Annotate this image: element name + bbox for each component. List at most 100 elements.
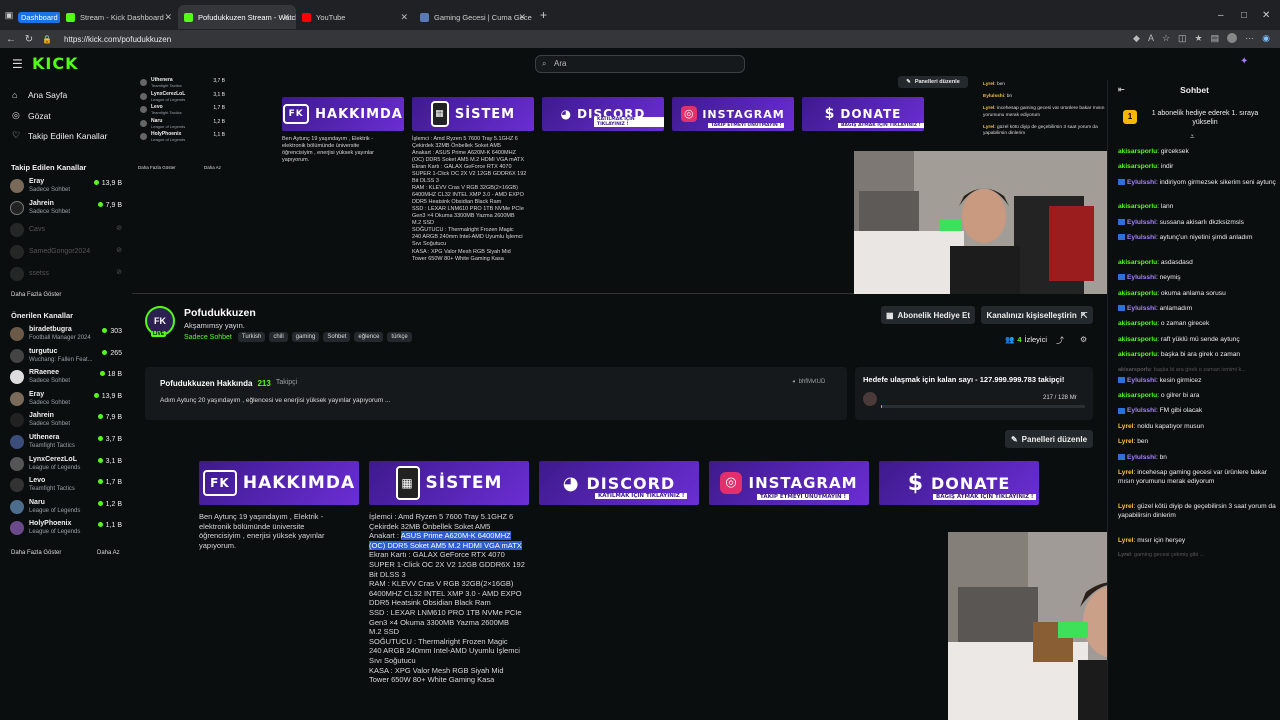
gift-subscription-button[interactable]: ▦ Abonelik Hediye Et xyxy=(881,306,975,324)
chat-username[interactable]: akisarsporlu xyxy=(1118,203,1157,210)
followed-channel-cavs[interactable]: Cavs ⊘ xyxy=(10,221,122,241)
chat-username[interactable]: Eylulsshi xyxy=(1127,274,1156,281)
recommended-channel[interactable]: turgutuc Wuchang: Fallen Feat... 265 xyxy=(10,347,122,367)
recommended-channel[interactable]: Uthenera Teamfight Tactics 3,7 B xyxy=(10,433,122,453)
panel-sistem[interactable]: ▦ SİSTEM xyxy=(369,461,529,505)
collections-icon[interactable]: ▤ xyxy=(1211,33,1220,44)
chat-message[interactable]: Lyrel: gaming gecesi çekmiş gibi ... xyxy=(1118,552,1278,559)
tab-pofudukkuzen[interactable]: Pofudukkuzen Stream - Watch Li... ✕ xyxy=(178,5,296,29)
followed-channel-ssetss[interactable]: ssetss ⊘ xyxy=(10,265,122,285)
split-screen-icon[interactable]: ◫ xyxy=(1178,33,1187,44)
url-field[interactable]: https://kick.com/pofudukkuzen xyxy=(64,35,171,44)
chat-message[interactable]: akisarsporlu: okuma anlama sorusu xyxy=(1118,290,1278,299)
chat-username[interactable]: akisarsporlu xyxy=(1118,320,1157,327)
tab-dashboard[interactable]: Dashboard xyxy=(18,5,60,29)
chat-username[interactable]: akisarsporlu xyxy=(1118,290,1157,297)
tag[interactable]: türkçe xyxy=(387,332,412,342)
tab-kick-dashboard[interactable]: Stream - Kick Dashboard ✕ xyxy=(60,5,178,29)
maximize-icon[interactable]: □ xyxy=(1241,10,1247,21)
chat-username[interactable]: akisarsporlu xyxy=(1118,367,1151,373)
recommended-channel[interactable]: LynxCerezLoL League of Legends 3,1 B xyxy=(10,455,122,475)
panel-discord[interactable]: ◕ DISCORD KATILMAK İÇİN TIKLAYINIZ ! xyxy=(539,461,699,505)
copilot-icon[interactable]: ◉ xyxy=(1262,33,1270,44)
panel-donate[interactable]: $ DONATE BAĞIŞ ATMAK İÇİN TIKLAYINIZ ! xyxy=(879,461,1039,505)
close-tab-icon[interactable]: ✕ xyxy=(518,12,526,23)
more-options-icon[interactable]: ⋯ xyxy=(1245,33,1254,44)
channel-name[interactable]: Pofudukkuzen xyxy=(184,307,256,319)
chat-username[interactable]: Lyrel xyxy=(1118,469,1134,476)
chat-username[interactable]: akisarsporlu xyxy=(1118,259,1157,266)
chat-message[interactable]: Lyrel: mısır için herşey xyxy=(1118,537,1278,546)
tab-youtube[interactable]: YouTube ✕ xyxy=(296,5,414,29)
edit-panels-button[interactable]: ✎ Panelleri düzenle xyxy=(1005,430,1093,448)
chat-username[interactable]: Eylulsshi xyxy=(1127,305,1156,312)
followed-channel-jahrein[interactable]: Jahrein Sadece Sohbet 7,9 B xyxy=(10,199,122,219)
chat-message[interactable]: akisarsporlu: lann xyxy=(1118,203,1278,212)
chat-username[interactable]: Lyrel xyxy=(1118,552,1131,558)
minimize-icon[interactable]: – xyxy=(1218,10,1224,21)
chat-message[interactable]: Eylulsshi: bn xyxy=(1118,454,1278,463)
chat-message[interactable]: Eylulsshi: anlamadım xyxy=(1118,305,1278,314)
chat-username[interactable]: akisarsporlu xyxy=(1118,392,1157,399)
chat-username[interactable]: Eylulsshi xyxy=(1127,377,1156,384)
read-aloud-icon[interactable]: A xyxy=(1148,33,1154,44)
chat-username[interactable]: akisarsporlu xyxy=(1118,336,1157,343)
chat-username[interactable]: akisarsporlu xyxy=(1118,163,1157,170)
stream-player[interactable]: Uthenera Teamfight Tactics 3,7 B LynxCerezL… xyxy=(132,76,1107,294)
chat-username[interactable]: Lyrel xyxy=(1118,537,1134,544)
chat-message[interactable]: akisarsporlu: o gilrer bi ara xyxy=(1118,392,1278,401)
pinned-gift-banner[interactable]: 1 1 abonelik hediye ederek 1. sıraya yük… xyxy=(1118,106,1273,136)
chat-username[interactable]: akisarsporlu xyxy=(1118,148,1157,155)
favorite-star-icon[interactable]: ☆ xyxy=(1162,33,1170,44)
chat-message[interactable]: Eylulsshi: aytunç'un niyetini şimdi anla… xyxy=(1118,234,1278,243)
recommended-channel[interactable]: RRaenee Sadece Sohbet 18 B xyxy=(10,368,122,388)
recommended-channel[interactable]: Jahrein Sadece Sohbet 7,9 B xyxy=(10,411,122,431)
menu-icon[interactable]: ☰ xyxy=(12,57,23,71)
close-tab-icon[interactable]: ✕ xyxy=(400,12,408,23)
favorites-icon[interactable]: ★ xyxy=(1195,33,1203,44)
chat-username[interactable]: akisarsporlu xyxy=(1118,351,1157,358)
chat-username[interactable]: Eylulsshi xyxy=(1127,234,1156,241)
recommended-channel[interactable]: biradetbugra Football Manager 2024 303 xyxy=(10,325,122,345)
tab-actions-icon[interactable]: ▣ xyxy=(0,10,18,21)
close-tab-icon[interactable]: ✕ xyxy=(282,12,290,23)
chat-username[interactable]: Eylulsshi xyxy=(1127,454,1156,461)
chat-message[interactable]: akisarsporlu: girceksek xyxy=(1118,148,1278,157)
tag[interactable]: chill xyxy=(269,332,288,342)
show-more-link[interactable]: Daha Fazla Göster xyxy=(11,292,61,298)
close-window-icon[interactable]: ✕ xyxy=(1262,10,1270,21)
chat-message[interactable]: akisarsporlu: indir xyxy=(1118,163,1278,172)
chat-message[interactable]: Eylulsshi: neymiş xyxy=(1118,274,1278,283)
panel-hakkimda[interactable]: FK HAKKIMDA xyxy=(199,461,359,505)
customize-channel-button[interactable]: Kanalınızı kişiselleştirin ⇱ xyxy=(981,306,1093,324)
back-icon[interactable]: ← xyxy=(4,34,18,45)
sidebar-item-home[interactable]: ⌂ Ana Sayfa xyxy=(12,90,67,100)
expand-icon[interactable]: ⩡ xyxy=(1190,132,1195,142)
chat-message[interactable]: akisarsporlu: raft yüklü mü sende aytunç xyxy=(1118,336,1278,345)
show-less-link[interactable]: Daha Az xyxy=(97,550,120,556)
user-avatar-icon[interactable]: ✦ xyxy=(1240,56,1256,72)
search-input[interactable]: ⌕ Ara xyxy=(535,55,745,73)
chat-message[interactable]: Eylulsshi: kesin girmicez xyxy=(1118,377,1278,386)
tag[interactable]: gaming xyxy=(291,332,320,342)
chat-message[interactable]: Lyrel: güzel kötü diyip de geçebilirsin … xyxy=(1118,503,1278,521)
chat-username[interactable]: Eylulsshi xyxy=(1127,179,1156,186)
chat-message[interactable]: Lyrel: incehesap gaming gecesi var ürünl… xyxy=(1118,469,1278,487)
collapse-chat-icon[interactable]: ⇤ xyxy=(1118,80,1125,100)
discord-link[interactable]: ◕ bhfMvtUD xyxy=(792,379,825,385)
category-link[interactable]: Sadece Sohbet xyxy=(184,334,232,341)
refresh-icon[interactable]: ↻ xyxy=(22,34,36,45)
profile-avatar-icon[interactable] xyxy=(1227,33,1238,43)
tab-gaming-gecesi[interactable]: Gaming Gecesi | Cuma Gecesi 22... ✕ xyxy=(414,5,532,29)
tag[interactable]: eğlence xyxy=(354,332,384,342)
sidebar-item-following[interactable]: ♡ Takip Edilen Kanallar xyxy=(12,130,107,141)
recommended-channel[interactable]: HolyPhoenix League of Legends 1,1 B xyxy=(10,519,122,539)
chat-username[interactable]: Lyrel xyxy=(1118,423,1134,430)
chat-message[interactable]: akisarsporlu: başka bi ara girek o zaman xyxy=(1118,351,1278,360)
chat-message[interactable]: Eylulsshi: sussana akisarlı dkzksizmsls xyxy=(1118,219,1278,228)
recommended-channel[interactable]: Levo Teamfight Tactics 1,7 B xyxy=(10,476,122,496)
recommended-channel[interactable]: Eray Sadece Sohbet 13,9 B xyxy=(10,390,122,410)
extension-icon[interactable]: ◆ xyxy=(1133,33,1140,44)
chat-message[interactable]: akisarsporlu: asdasdasd xyxy=(1118,259,1278,268)
chat-message[interactable]: Lyrel: noldu kapatıyor musun xyxy=(1118,423,1278,432)
